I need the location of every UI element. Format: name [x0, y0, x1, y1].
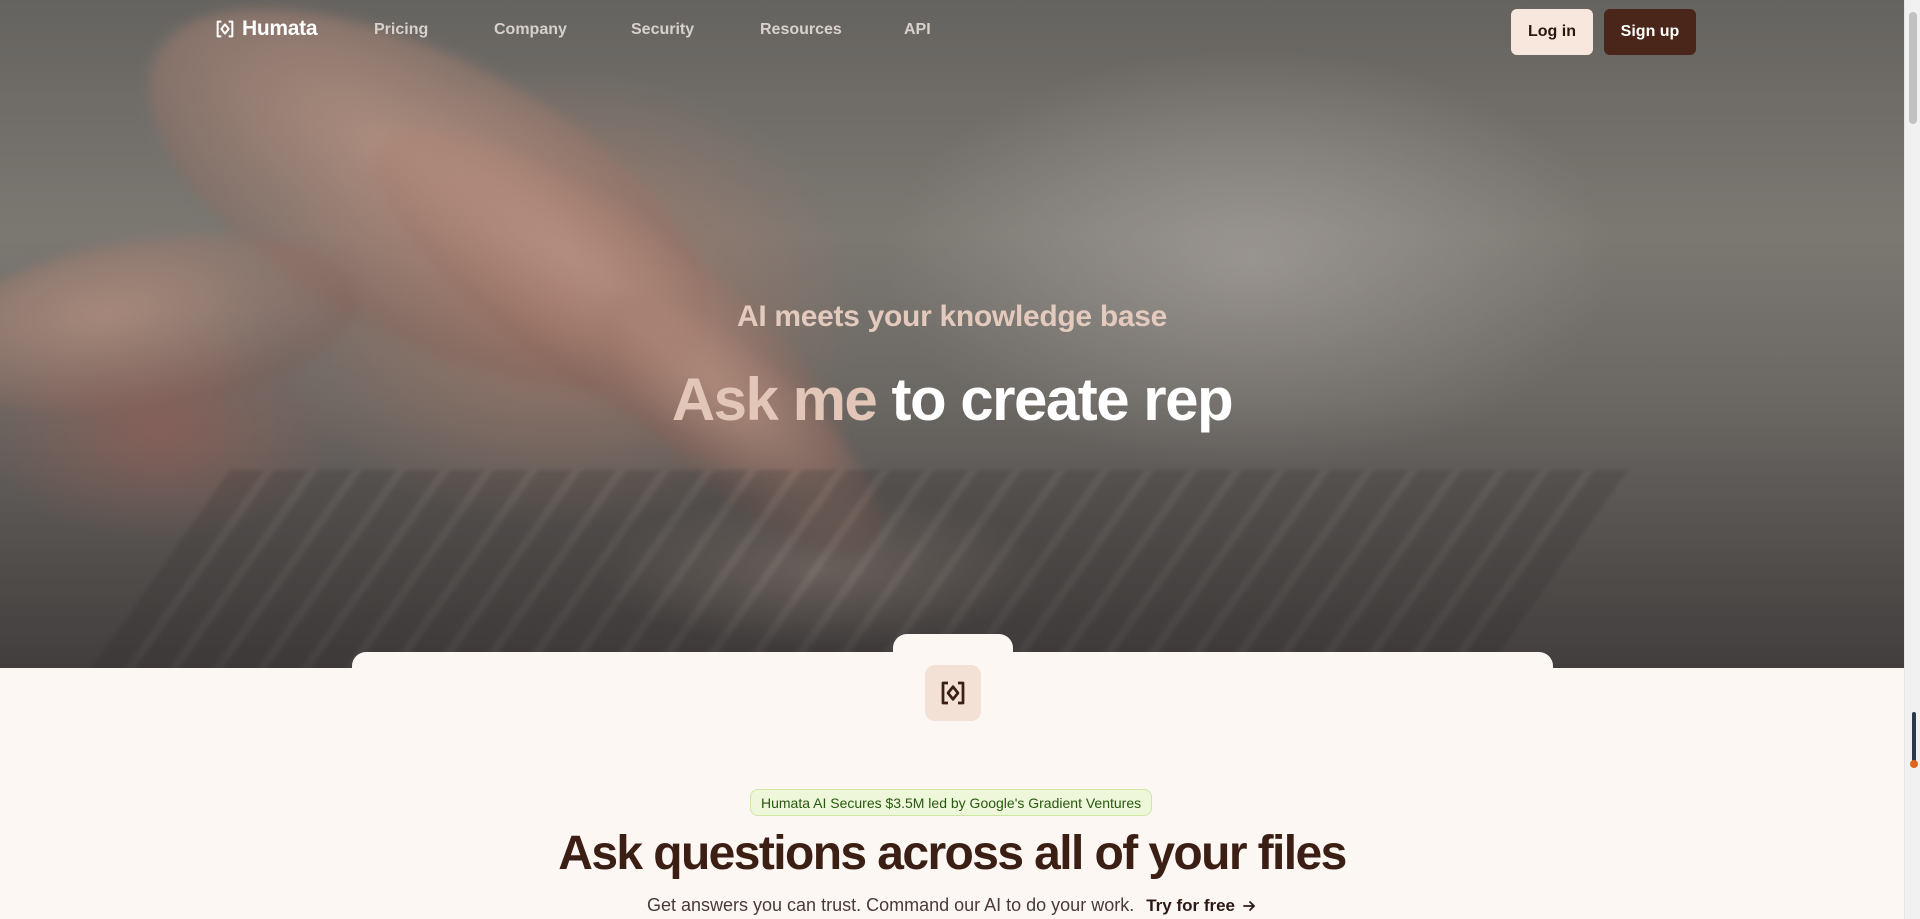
section-subtitle-row: Get answers you can trust. Command our A… [0, 895, 1904, 916]
nav-link-resources[interactable]: Resources [760, 21, 842, 39]
section-title: Ask questions across all of your files [558, 827, 1347, 880]
hero-eyebrow: AI meets your knowledge base [736, 300, 1168, 333]
nav-link-pricing[interactable]: Pricing [374, 21, 428, 39]
hero-headline-highlight: Ask me [671, 366, 878, 433]
nav-link-api[interactable]: API [904, 21, 931, 39]
page-scrollbar[interactable] [1904, 0, 1920, 919]
humata-logo-icon [216, 20, 234, 38]
login-button[interactable]: Log in [1511, 9, 1593, 55]
card-logo-badge [925, 665, 981, 721]
try-for-free-label: Try for free [1146, 895, 1236, 915]
announcement-badge[interactable]: Humata AI Secures $3.5M led by Google's … [750, 789, 1153, 816]
nav-link-security[interactable]: Security [631, 21, 694, 39]
scrollbar-thumb[interactable] [1909, 12, 1917, 124]
hero-background [0, 0, 1904, 668]
side-scroll-widget-icon[interactable] [1909, 712, 1919, 770]
signup-button[interactable]: Sign up [1604, 9, 1696, 55]
arrow-right-icon [1243, 900, 1255, 911]
try-for-free-link[interactable]: Try for free [1146, 896, 1257, 916]
brand-logo[interactable]: Humata [214, 16, 318, 42]
hero-headline: Ask me to create rep [0, 365, 1904, 434]
humata-logo-icon [941, 681, 965, 705]
nav-link-company[interactable]: Company [494, 21, 567, 39]
top-navigation: Humata Pricing Company Security Resource… [0, 0, 1904, 64]
hero-headline-typed: to create rep [891, 366, 1233, 433]
brand-name: Humata [242, 17, 318, 40]
section-subtitle: Get answers you can trust. Command our A… [646, 895, 1135, 915]
